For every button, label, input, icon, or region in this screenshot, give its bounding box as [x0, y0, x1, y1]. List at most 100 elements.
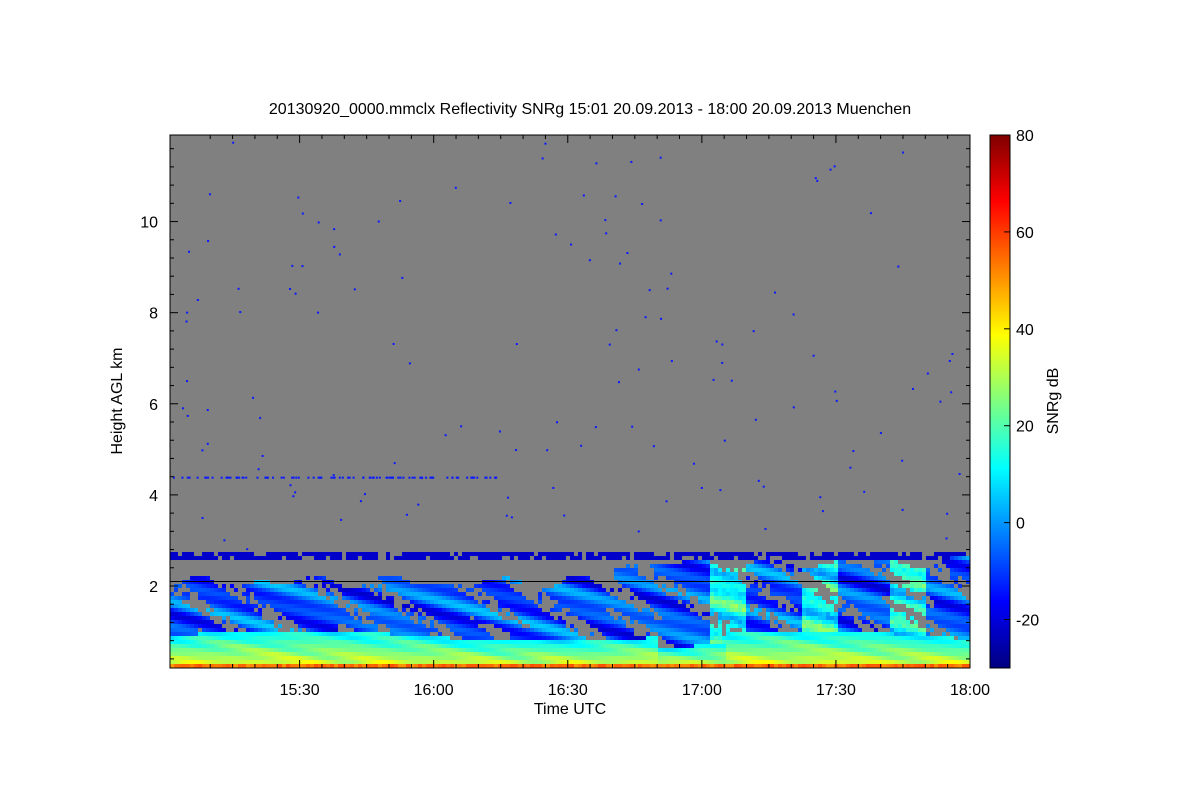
heat-cell [442, 584, 446, 588]
heat-cell [418, 600, 422, 604]
heat-cell [834, 628, 838, 632]
heat-cell [446, 584, 450, 588]
heat-cell [378, 644, 382, 648]
heat-cell [614, 652, 618, 656]
heat-cell [194, 628, 198, 632]
heat-cell [634, 636, 638, 640]
heat-cell [910, 632, 914, 636]
heat-cell [630, 584, 634, 588]
heat-cell [662, 596, 666, 600]
heat-cell [254, 656, 258, 660]
heat-cell [414, 664, 418, 668]
heat-cell [734, 624, 738, 628]
heat-cell [686, 608, 690, 612]
heat-cell [622, 568, 626, 572]
y-axis-label: Height AGL km [109, 347, 126, 454]
heat-cell [682, 628, 686, 632]
heat-cell [402, 552, 406, 556]
heat-cell [450, 640, 454, 644]
heat-cell [506, 620, 510, 624]
heat-cell [238, 636, 242, 640]
heat-cell [890, 628, 894, 632]
heat-cell [614, 568, 618, 572]
heat-cell [190, 644, 194, 648]
heat-cell [426, 656, 430, 660]
heat-cell [798, 568, 802, 572]
heat-cell [866, 644, 870, 648]
heat-cell [194, 608, 198, 612]
heat-cell [786, 656, 790, 660]
heat-cell [334, 584, 338, 588]
heat-cell [862, 656, 866, 660]
heat-cell [962, 616, 966, 620]
heat-cell [406, 636, 410, 640]
heat-cell [210, 604, 214, 608]
heat-cell [778, 616, 782, 620]
heat-cell [178, 556, 182, 560]
heat-cell [966, 660, 970, 664]
heat-cell [310, 596, 314, 600]
heat-cell [542, 644, 546, 648]
heat-cell [598, 660, 602, 664]
heat-cell [786, 664, 790, 668]
heat-cell [586, 588, 590, 592]
heat-cell [938, 652, 942, 656]
heat-cell [674, 600, 678, 604]
heat-cell [766, 664, 770, 668]
heat-cell [482, 584, 486, 588]
heat-cell [210, 580, 214, 584]
heat-cell [258, 628, 262, 632]
heat-cell [822, 576, 826, 580]
heat-cell [562, 652, 566, 656]
heat-cell [438, 632, 442, 636]
heat-cell [750, 600, 754, 604]
heat-cell [382, 652, 386, 656]
heat-cell [850, 596, 854, 600]
heat-cell [726, 584, 730, 588]
heat-cell [786, 596, 790, 600]
heat-cell [906, 632, 910, 636]
heat-cell [274, 552, 278, 556]
heat-cell [622, 664, 626, 668]
heat-cell [274, 660, 278, 664]
heat-cell [622, 608, 626, 612]
heat-cell [578, 640, 582, 644]
heat-cell [878, 580, 882, 584]
heat-cell [746, 588, 750, 592]
heat-cell [910, 624, 914, 628]
heat-cell [678, 632, 682, 636]
heat-cell [958, 572, 962, 576]
heat-cell [202, 656, 206, 660]
heat-cell [334, 604, 338, 608]
heat-cell [810, 656, 814, 660]
upper-band-speckle [227, 476, 230, 479]
heat-cell [762, 664, 766, 668]
heat-cell [894, 588, 898, 592]
heat-cell [950, 636, 954, 640]
heat-cell [706, 580, 710, 584]
heat-cell [878, 596, 882, 600]
heat-cell [206, 616, 210, 620]
colorbar-tick-label: 20 [1016, 419, 1034, 436]
noise-speckle [852, 450, 855, 453]
heat-cell [350, 592, 354, 596]
heat-cell [306, 552, 310, 556]
heat-cell [362, 636, 366, 640]
heat-cell [682, 584, 686, 588]
heat-cell [570, 600, 574, 604]
heat-cell [790, 648, 794, 652]
heat-cell [946, 608, 950, 612]
heat-cell [410, 644, 414, 648]
heat-cell [770, 652, 774, 656]
heat-cell [566, 580, 570, 584]
heat-cell [790, 612, 794, 616]
heat-cell [618, 624, 622, 628]
heat-cell [362, 656, 366, 660]
heat-cell [362, 608, 366, 612]
heat-cell [882, 648, 886, 652]
noise-speckle [570, 243, 573, 246]
heat-cell [334, 640, 338, 644]
heat-cell [702, 560, 706, 564]
heat-cell [210, 624, 214, 628]
heat-cell [642, 636, 646, 640]
